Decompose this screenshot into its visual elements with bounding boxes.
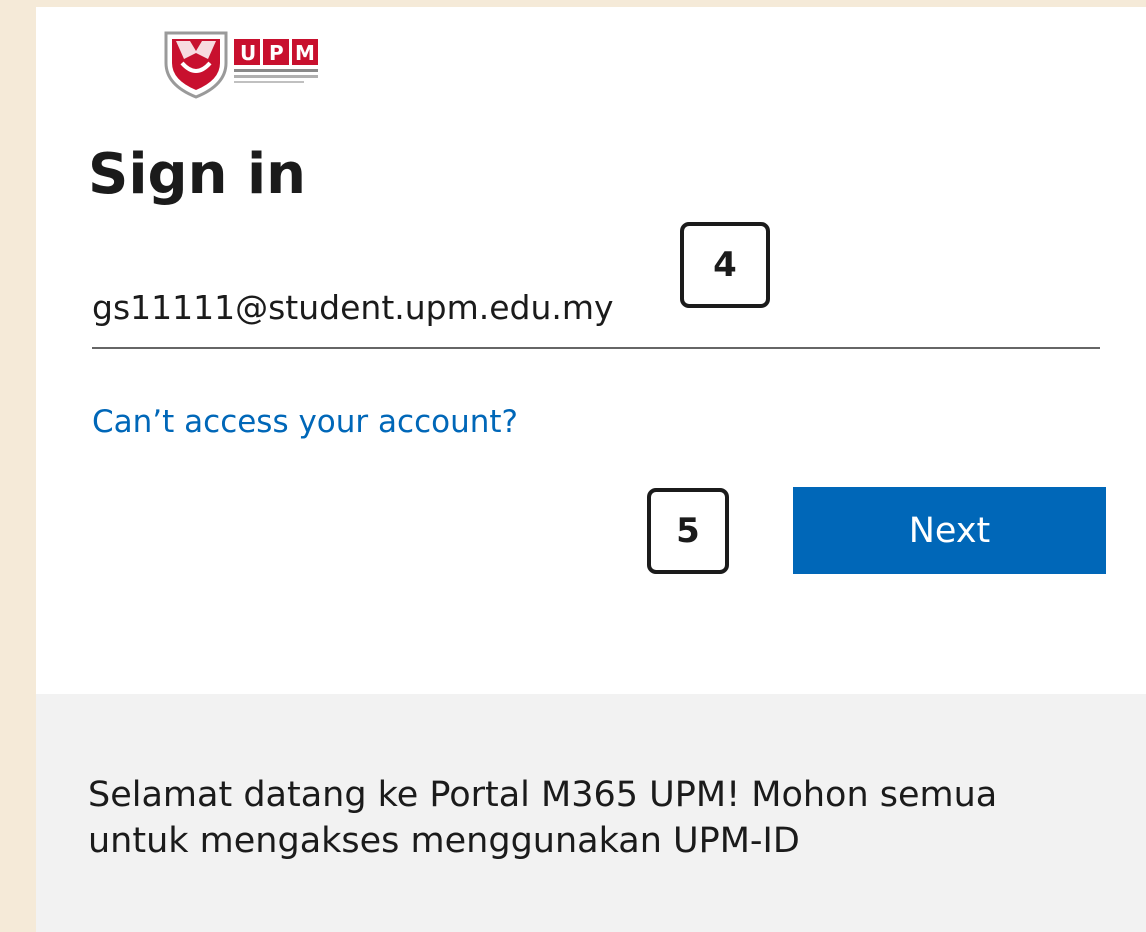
svg-text:M: M — [295, 41, 315, 65]
page-title: Sign in — [88, 142, 307, 207]
svg-text:P: P — [269, 41, 284, 65]
footer-banner: Selamat datang ke Portal M365 UPM! Mohon… — [36, 694, 1146, 932]
svg-text:U: U — [240, 41, 256, 65]
cant-access-account-link[interactable]: Can’t access your account? — [92, 404, 518, 440]
email-field[interactable] — [92, 267, 1100, 349]
step-4-badge: 4 — [680, 222, 770, 308]
step-5-badge: 5 — [647, 488, 729, 574]
signin-card: U P M Sign in Can’t access your account?… — [36, 7, 1146, 932]
upm-logo: U P M — [164, 31, 318, 99]
footer-message: Selamat datang ke Portal M365 UPM! Mohon… — [88, 775, 998, 861]
next-button[interactable]: Next — [793, 487, 1106, 574]
